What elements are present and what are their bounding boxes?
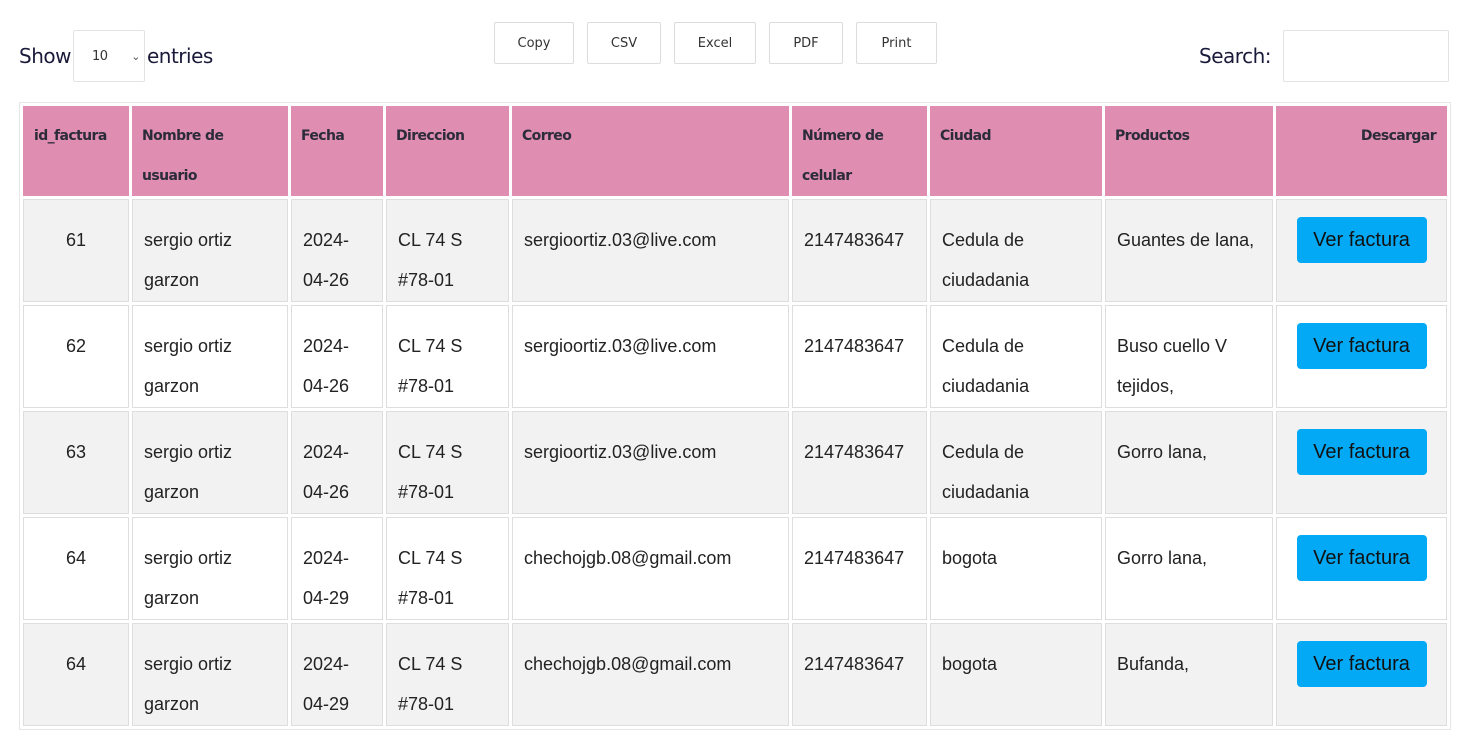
cell-city: Cedula de ciudadania — [930, 305, 1102, 408]
cell-user: sergio ortiz garzon — [132, 411, 288, 514]
ver-factura-button[interactable]: Ver factura — [1296, 323, 1427, 369]
cell-date: 2024-04-26 — [291, 199, 383, 302]
export-buttons: Copy CSV Excel PDF Print — [494, 22, 950, 64]
column-header-user[interactable]: Nombre de usuario — [132, 106, 288, 196]
cell-products: Guantes de lana, — [1105, 199, 1273, 302]
column-header-download[interactable]: Descargar — [1276, 106, 1447, 196]
cell-date: 2024-04-26 — [291, 305, 383, 408]
cell-user: sergio ortiz garzon — [132, 305, 288, 408]
length-menu: Show 10 ⌄ entries — [19, 30, 213, 82]
cell-products: Bufanda, — [1105, 623, 1273, 726]
cell-city: Cedula de ciudadania — [930, 199, 1102, 302]
cell-id: 61 — [23, 199, 129, 302]
cell-address: CL 74 S #78-01 — [386, 199, 509, 302]
column-header-date[interactable]: Fecha — [291, 106, 383, 196]
cell-email: sergioortiz.03@live.com — [512, 411, 789, 514]
cell-download: Ver factura — [1276, 199, 1447, 302]
cell-email: chechojgb.08@gmail.com — [512, 623, 789, 726]
cell-phone: 2147483647 — [792, 305, 927, 408]
table-row: 64 sergio ortiz garzon 2024-04-29 CL 74 … — [23, 517, 1447, 620]
cell-download: Ver factura — [1276, 411, 1447, 514]
cell-address: CL 74 S #78-01 — [386, 411, 509, 514]
ver-factura-button[interactable]: Ver factura — [1296, 641, 1427, 687]
table-row: 62 sergio ortiz garzon 2024-04-26 CL 74 … — [23, 305, 1447, 408]
cell-city: bogota — [930, 623, 1102, 726]
cell-address: CL 74 S #78-01 — [386, 305, 509, 408]
print-button[interactable]: Print — [856, 22, 937, 64]
cell-address: CL 74 S #78-01 — [386, 623, 509, 726]
cell-city: bogota — [930, 517, 1102, 620]
cell-date: 2024-04-29 — [291, 517, 383, 620]
search-label: Search: — [1199, 44, 1271, 68]
column-header-city[interactable]: Ciudad — [930, 106, 1102, 196]
cell-download: Ver factura — [1276, 305, 1447, 408]
cell-date: 2024-04-26 — [291, 411, 383, 514]
cell-phone: 2147483647 — [792, 411, 927, 514]
column-header-products[interactable]: Productos — [1105, 106, 1273, 196]
search-area: Search: — [1199, 30, 1449, 82]
cell-phone: 2147483647 — [792, 517, 927, 620]
search-input[interactable] — [1283, 30, 1449, 82]
column-header-id[interactable]: id_factura — [23, 106, 129, 196]
cell-id: 64 — [23, 517, 129, 620]
table-row: 61 sergio ortiz garzon 2024-04-26 CL 74 … — [23, 199, 1447, 302]
cell-phone: 2147483647 — [792, 199, 927, 302]
cell-email: chechojgb.08@gmail.com — [512, 517, 789, 620]
entries-select[interactable]: 10 ⌄ — [72, 30, 145, 82]
csv-button[interactable]: CSV — [587, 22, 661, 64]
cell-id: 62 — [23, 305, 129, 408]
column-header-phone[interactable]: Número de celular — [792, 106, 927, 196]
cell-download: Ver factura — [1276, 623, 1447, 726]
cell-phone: 2147483647 — [792, 623, 927, 726]
column-header-address[interactable]: Direccion — [386, 106, 509, 196]
ver-factura-button[interactable]: Ver factura — [1296, 217, 1427, 263]
table-header: id_factura Nombre de usuario Fecha Direc… — [23, 106, 1447, 196]
copy-button[interactable]: Copy — [494, 22, 574, 64]
cell-download: Ver factura — [1276, 517, 1447, 620]
invoices-table: id_factura Nombre de usuario Fecha Direc… — [19, 102, 1451, 730]
chevron-down-icon: ⌄ — [131, 49, 140, 63]
cell-products: Gorro lana, — [1105, 517, 1273, 620]
cell-email: sergioortiz.03@live.com — [512, 199, 789, 302]
cell-products: Gorro lana, — [1105, 411, 1273, 514]
cell-id: 63 — [23, 411, 129, 514]
show-label: Show — [19, 44, 71, 68]
excel-button[interactable]: Excel — [674, 22, 756, 64]
cell-user: sergio ortiz garzon — [132, 517, 288, 620]
cell-products: Buso cuello V tejidos, — [1105, 305, 1273, 408]
cell-id: 64 — [23, 623, 129, 726]
table-row: 64 sergio ortiz garzon 2024-04-29 CL 74 … — [23, 623, 1447, 726]
table-body: 61 sergio ortiz garzon 2024-04-26 CL 74 … — [23, 199, 1447, 726]
cell-address: CL 74 S #78-01 — [386, 517, 509, 620]
entries-label: entries — [146, 44, 213, 68]
entries-select-value: 10 — [91, 48, 108, 64]
column-header-email[interactable]: Correo — [512, 106, 789, 196]
table-controls: Show 10 ⌄ entries Copy CSV Excel PDF Pri… — [0, 0, 1469, 100]
table-row: 63 sergio ortiz garzon 2024-04-26 CL 74 … — [23, 411, 1447, 514]
ver-factura-button[interactable]: Ver factura — [1296, 429, 1427, 475]
ver-factura-button[interactable]: Ver factura — [1296, 535, 1427, 581]
cell-user: sergio ortiz garzon — [132, 199, 288, 302]
cell-city: Cedula de ciudadania — [930, 411, 1102, 514]
cell-email: sergioortiz.03@live.com — [512, 305, 789, 408]
cell-user: sergio ortiz garzon — [132, 623, 288, 726]
pdf-button[interactable]: PDF — [769, 22, 843, 64]
cell-date: 2024-04-29 — [291, 623, 383, 726]
